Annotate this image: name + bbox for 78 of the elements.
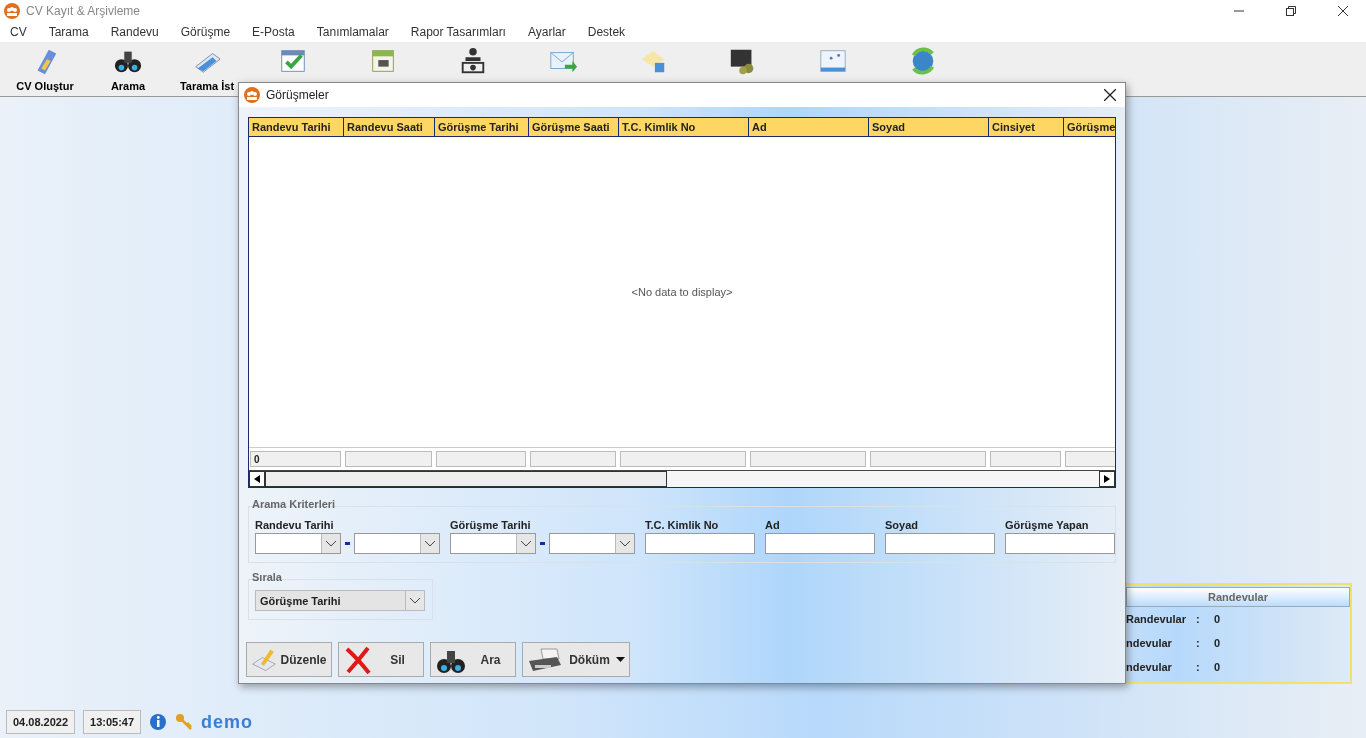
window-title: CV Kayıt & Arşivleme [26, 4, 141, 18]
print-button[interactable]: Döküm [522, 642, 630, 677]
toolbar-button[interactable]: Arama [90, 42, 166, 96]
menu-item[interactable]: Ayarlar [527, 25, 566, 39]
people-icon [4, 3, 20, 19]
range-dash [345, 542, 350, 545]
caret-icon [521, 540, 531, 547]
edit-button[interactable]: Düzenle [246, 642, 332, 677]
column-header[interactable]: Cinsiyet [989, 118, 1064, 136]
panel-title: Randevular [1126, 587, 1350, 607]
column-header[interactable]: Randevu Saati [344, 118, 435, 136]
row-value: 0 [1214, 661, 1221, 673]
caret-icon [410, 597, 420, 604]
left-arrow-icon [254, 475, 260, 483]
logo-text: demo [201, 711, 254, 733]
menu-item[interactable]: Randevu [110, 25, 159, 39]
info-icon[interactable] [149, 713, 168, 731]
dialog-title: Görüşmeler [266, 88, 329, 102]
colon-text: : [1196, 613, 1201, 625]
caret-icon [326, 540, 336, 547]
column-header[interactable]: Randevu Tarihi [249, 118, 344, 136]
delete-button[interactable]: Sil [338, 642, 424, 677]
key-icon[interactable] [175, 713, 194, 731]
empty-message: <No data to display> [631, 286, 733, 298]
date-dropdown[interactable] [354, 533, 440, 554]
summary-cell [1065, 451, 1115, 467]
cross-icon [343, 644, 373, 675]
column-header[interactable]: T.C. Kimlik No [619, 118, 749, 136]
column-header[interactable]: Görüşme Saati [529, 118, 619, 136]
row-value: 0 [1214, 613, 1221, 625]
colon-text: : [1196, 637, 1201, 649]
field-label: T.C. Kimlik No [645, 519, 720, 531]
group-title: Sırala [252, 571, 282, 583]
field-label: Ad [765, 519, 781, 531]
caret-icon [620, 540, 630, 547]
scroll-left-button[interactable] [249, 471, 265, 487]
menu-item[interactable]: Destek [587, 25, 626, 39]
scroll-right-button[interactable] [1099, 471, 1115, 487]
menu-item[interactable]: Tarama [48, 25, 89, 39]
field-label: Soyad [885, 519, 919, 531]
date-display: 04.08.2022 [6, 710, 76, 734]
pencil-paper-icon [251, 646, 277, 673]
people-icon [244, 87, 260, 103]
date-dropdown[interactable] [549, 533, 635, 554]
caret-icon [425, 540, 435, 547]
field-label: Görüşme Yapan [1005, 519, 1090, 531]
column-header[interactable]: Görüşme [1064, 118, 1115, 136]
time-display: 13:05:47 [83, 710, 142, 734]
row-label: Randevular [1126, 613, 1187, 625]
date-dropdown[interactable] [255, 533, 341, 554]
column-header[interactable]: Ad [749, 118, 869, 136]
sort-dropdown[interactable]: Görüşme Tarihi [255, 590, 425, 611]
right-arrow-icon [1104, 475, 1110, 483]
scrollbar-thumb[interactable] [265, 471, 667, 487]
input-field[interactable] [885, 533, 995, 554]
column-header[interactable]: Soyad [869, 118, 989, 136]
toolbar-button[interactable]: CV Oluştur [0, 42, 90, 96]
row-value: 0 [1214, 637, 1221, 649]
row-label: ndevular [1126, 637, 1173, 649]
menu-item[interactable]: Tanımlamalar [316, 25, 389, 39]
input-field[interactable] [645, 533, 755, 554]
search-button[interactable]: Ara [430, 642, 516, 677]
menu-item[interactable]: Rapor Tasarımları [410, 25, 506, 39]
range-dash [540, 542, 545, 545]
colon-text: : [1196, 661, 1201, 673]
group-title: Arama Kriterleri [252, 498, 336, 510]
menu-item[interactable]: Görüşme [180, 25, 231, 39]
column-header[interactable]: Görüşme Tarihi [435, 118, 529, 136]
date-dropdown[interactable] [450, 533, 536, 554]
menu-item[interactable]: CV [10, 25, 27, 39]
field-label: Randevu Tarihi [255, 519, 335, 531]
summary-cell [990, 451, 1061, 467]
field-label: Görüşme Tarihi [450, 519, 532, 531]
row-label: ndevular [1126, 661, 1173, 673]
summary-cell: 0 [250, 451, 341, 467]
input-field[interactable] [765, 533, 875, 554]
input-field[interactable] [1005, 533, 1115, 554]
menu-item[interactable]: E-Posta [252, 25, 295, 39]
